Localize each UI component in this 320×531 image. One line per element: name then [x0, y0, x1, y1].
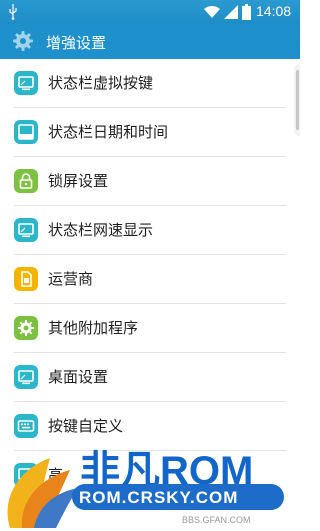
list-item-label: 其他附加程序 [48, 319, 139, 337]
battery-icon [242, 4, 251, 20]
list-item-label: 运营商 [48, 270, 94, 288]
list-item-lock-screen[interactable]: 锁屏设置 [0, 157, 300, 206]
gear-icon[interactable] [12, 30, 34, 52]
list-item-label: 按键自定义 [48, 417, 124, 435]
watermark: 非凡ROM [0, 440, 300, 531]
scrollbar[interactable] [296, 70, 299, 130]
screen-icon [14, 218, 38, 242]
wifi-icon [204, 5, 220, 18]
list-item-virtual-keys[interactable]: 状态栏虚拟按键 [0, 59, 300, 108]
watermark-small-text: BBS.GFAN.COM [182, 515, 251, 525]
list-item-carrier[interactable]: 运营商 [0, 255, 300, 304]
status-bar: 14:08 [0, 0, 300, 24]
list-item-addons[interactable]: 其他附加程序 [0, 304, 300, 353]
gear-icon [14, 316, 38, 340]
watermark-url: ROM.CRSKY.COM [79, 488, 239, 507]
list-item-label: 状态栏网速显示 [48, 221, 154, 239]
usb-icon [9, 4, 17, 20]
screen-icon [14, 365, 38, 389]
keyboard-icon [14, 414, 38, 438]
page-title: 增強设置 [46, 34, 107, 52]
list-item-label: 状态栏日期和时间 [48, 123, 169, 141]
list-item-date-time[interactable]: 状态栏日期和时间 [0, 108, 300, 157]
list-item-net-speed[interactable]: 状态栏网速显示 [0, 206, 300, 255]
settings-list: 状态栏虚拟按键 状态栏日期和时间 锁屏设置 状态栏网速显示 运营商 其他附加程序… [0, 59, 300, 500]
list-item-desktop[interactable]: 桌面设置 [0, 353, 300, 402]
action-bar: 增強设置 [0, 24, 300, 59]
sim-card-icon [14, 267, 38, 291]
screen-icon [14, 71, 38, 95]
list-item-label: 锁屏设置 [48, 172, 109, 190]
status-time: 14:08 [256, 3, 292, 19]
lock-icon [14, 169, 38, 193]
signal-icon [224, 5, 238, 19]
list-item-label: 桌面设置 [48, 368, 109, 386]
screen-icon [14, 120, 38, 144]
watermark-graphic: 非凡ROM [7, 448, 284, 528]
list-item-label: 状态栏虚拟按键 [48, 74, 154, 92]
